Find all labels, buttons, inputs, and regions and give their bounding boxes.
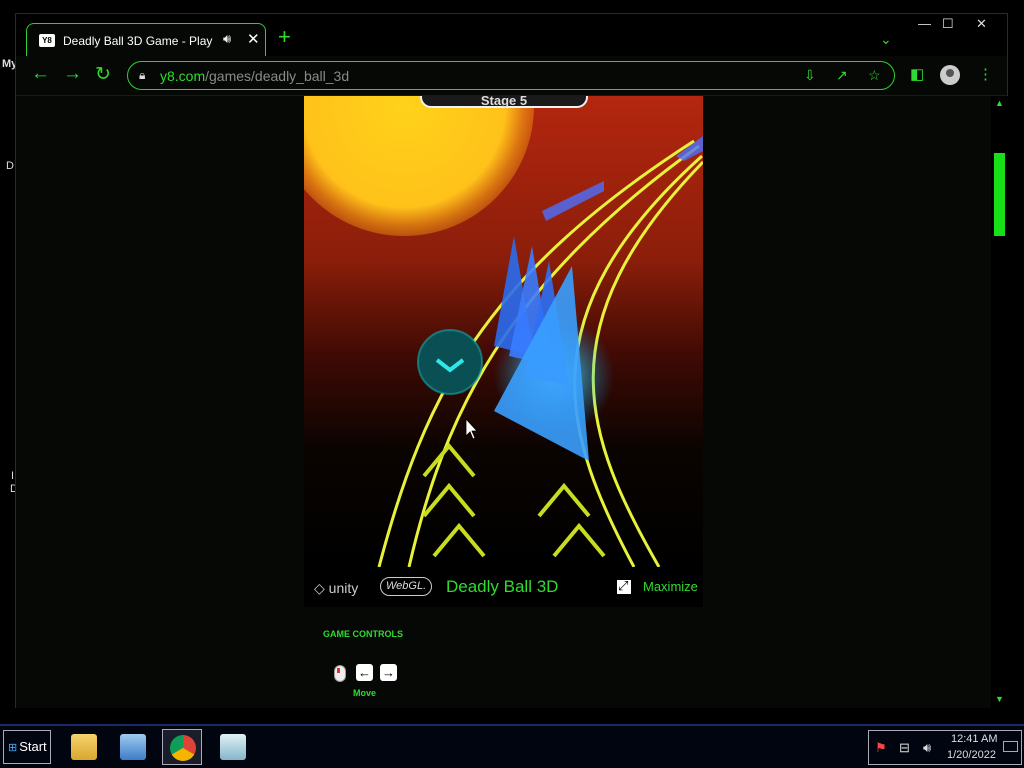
bookmark-star-icon[interactable]: ☆ (868, 67, 881, 84)
track-scene (377, 136, 703, 567)
maximize-button[interactable]: Maximize (643, 579, 698, 594)
scroll-up-arrow-icon[interactable]: ▲ (995, 98, 1004, 108)
scrollbar-thumb[interactable] (994, 153, 1005, 236)
taskbar: ⊞ Start ⚑ ⊟ 🔊︎ 12:41 AM 1/20/2022 (0, 724, 1024, 768)
side-panel-icon[interactable]: ◧ (910, 65, 924, 83)
unity-logo: ◇ unity (314, 580, 359, 596)
close-tab-icon[interactable]: ✕ (247, 30, 260, 48)
game-title: Deadly Ball 3D (446, 577, 559, 596)
minimize-icon[interactable]: — (918, 16, 931, 31)
network-icon[interactable]: ⊟ (899, 740, 910, 756)
reload-button[interactable]: ↻ (95, 63, 111, 86)
close-window-icon[interactable]: ✕ (976, 16, 987, 32)
game-info-bar: ◇ unity WebGL. Deadly Ball 3D Maximize (304, 567, 703, 607)
maximize-icon[interactable]: ☐ (942, 16, 954, 32)
new-tab-button[interactable]: + (278, 26, 291, 48)
action-center-flag-icon[interactable]: ⚑ (875, 740, 887, 756)
share-icon[interactable]: ↗ (836, 67, 848, 84)
stage-indicator: Stage 5 (420, 96, 588, 108)
install-app-icon[interactable]: ⇩ (804, 67, 816, 84)
url-domain: y8.com (160, 68, 206, 84)
menu-kebab-icon[interactable]: ⋮ (978, 65, 993, 83)
tab-deadly-ball[interactable]: Y8 Deadly Ball 3D Game - Play on 🔊︎ ✕ (26, 23, 266, 56)
back-button[interactable]: ← (31, 63, 50, 85)
y8-favicon-icon: Y8 (39, 34, 55, 47)
system-tray: ⚑ ⊟ 🔊︎ 12:41 AM 1/20/2022 (868, 730, 1022, 765)
unity-label: unity (328, 580, 359, 596)
profile-avatar-icon[interactable] (940, 65, 960, 85)
move-label: Move (353, 688, 377, 698)
game-canvas[interactable]: Stage 5 (304, 96, 703, 567)
volume-icon[interactable]: 🔊︎ (923, 740, 931, 756)
clock-date[interactable]: 1/20/2022 (947, 749, 996, 761)
tab-title: Deadly Ball 3D Game - Play on (63, 34, 213, 48)
left-arrow-key-icon: ← (356, 664, 373, 681)
maximize-icon[interactable] (617, 578, 631, 594)
tab-search-chevron-icon[interactable]: ⌄ (880, 31, 892, 48)
start-button[interactable]: ⊞ Start (3, 730, 51, 764)
scroll-down-arrow-icon[interactable]: ▼ (995, 694, 1004, 704)
desktop-label-fragment: I (11, 470, 15, 482)
show-desktop-icon[interactable] (1003, 741, 1018, 752)
right-arrow-key-icon: → (380, 664, 397, 681)
forward-button[interactable]: → (63, 63, 82, 85)
notepad-icon[interactable] (213, 729, 253, 765)
file-explorer-icon[interactable] (64, 729, 104, 765)
url-path: /games/deadly_ball_3d (205, 68, 350, 84)
browser-window: Y8 Deadly Ball 3D Game - Play on 🔊︎ ✕ + … (15, 13, 1008, 708)
lock-icon[interactable]: 🔒︎ (139, 68, 145, 83)
windows-logo-icon: ⊞ (8, 742, 18, 754)
game-controls-heading: GAME CONTROLS (323, 629, 403, 639)
url-text[interactable]: y8.com/games/deadly_ball_3d (160, 68, 349, 84)
speaker-icon[interactable]: 🔊︎ (223, 31, 231, 47)
mouse-icon (334, 665, 346, 682)
desktop-label-fragment: D (6, 160, 14, 172)
tab-strip: Y8 Deadly Ball 3D Game - Play on 🔊︎ ✕ + … (16, 14, 1007, 56)
chrome-icon[interactable] (162, 729, 202, 765)
media-player-icon[interactable] (113, 729, 153, 765)
start-label: Start (19, 739, 47, 754)
address-bar[interactable]: 🔒︎ y8.com/games/deadly_ball_3d ⇩ ↗ ☆ (127, 61, 895, 90)
clock-time[interactable]: 12:41 AM (951, 733, 997, 745)
vertical-scrollbar[interactable]: ▲ ▼ (991, 96, 1008, 708)
webgl-logo: WebGL. (380, 577, 433, 596)
page-content: Stage 5 ◇ unity WebGL. Deadly Ball 3D Ma… (16, 96, 991, 708)
browser-toolbar: ← → ↻ 🔒︎ y8.com/games/deadly_ball_3d ⇩ ↗… (16, 56, 1007, 96)
